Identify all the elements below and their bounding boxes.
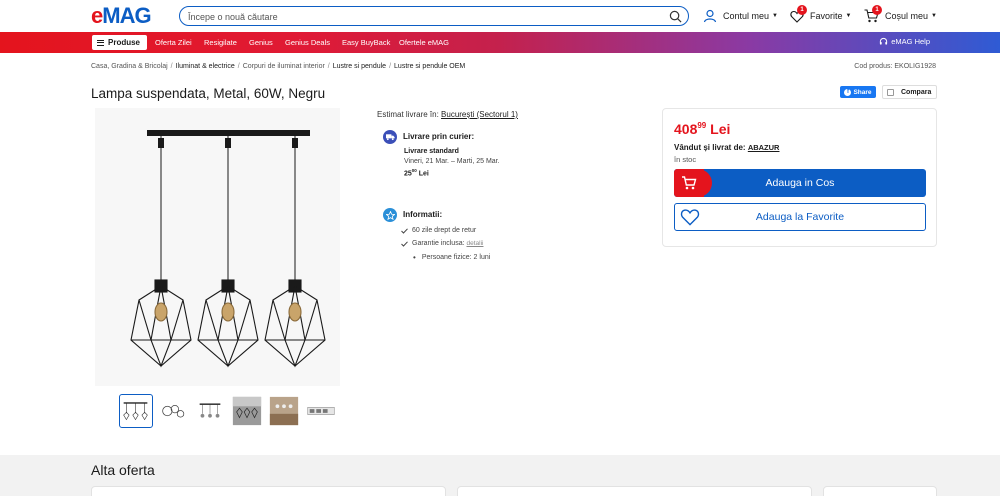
nav-link-oferta-zilei[interactable]: Oferta Zilei bbox=[155, 38, 192, 47]
product-main-image[interactable] bbox=[95, 108, 340, 386]
truck-icon bbox=[383, 130, 397, 144]
delivery-dates: Vineri, 21 Mar. – Marti, 25 Mar. bbox=[404, 158, 500, 165]
products-label: Produse bbox=[108, 38, 141, 47]
return-policy-item: 60 zile drept de retur bbox=[401, 227, 476, 234]
warranty-persons-item: • Persoane fizice: 2 luni bbox=[413, 253, 491, 262]
nav-link-ofertele-emag[interactable]: Ofertele eMAG bbox=[399, 38, 449, 47]
compare-checkbox[interactable]: Compara bbox=[882, 85, 937, 99]
account-label: Contul meu bbox=[723, 11, 770, 21]
facebook-share-button[interactable]: f Share bbox=[840, 86, 876, 98]
top-header: eMAG Contul meu ▼ 1 Favorite ▼ 1 Coșul m… bbox=[0, 0, 1000, 32]
favorites-menu[interactable]: 1 Favorite ▼ bbox=[790, 5, 852, 24]
buy-box: 40899 Lei Vândut și livrat de: ABAZUR în… bbox=[662, 108, 937, 247]
search-icon[interactable] bbox=[669, 10, 682, 23]
other-offers-section: Alta oferta bbox=[0, 455, 1000, 496]
breadcrumb-item[interactable]: Lustre si pendule OEM bbox=[394, 63, 465, 70]
offer-card[interactable] bbox=[91, 486, 446, 496]
breadcrumb-item[interactable]: Corpuri de iluminat interior bbox=[243, 63, 325, 70]
cart-menu[interactable]: 1 Coșul meu ▼ bbox=[864, 5, 937, 24]
info-title: Informatii: bbox=[403, 210, 443, 219]
thumbnail-4[interactable] bbox=[230, 394, 264, 428]
account-menu[interactable]: Contul meu ▼ bbox=[703, 8, 778, 24]
other-offers-title: Alta oferta bbox=[91, 462, 155, 478]
thumbnail-5[interactable] bbox=[267, 394, 301, 428]
stock-status: în stoc bbox=[674, 155, 697, 164]
chevron-down-icon: ▼ bbox=[931, 13, 937, 19]
bullet-icon: • bbox=[413, 253, 416, 262]
thumbnail-image bbox=[269, 396, 299, 426]
page-title: Lampa suspendata, Metal, 60W, Negru bbox=[91, 86, 326, 101]
heart-icon bbox=[680, 209, 700, 226]
sold-by: Vândut și livrat de: ABAZUR bbox=[674, 143, 780, 152]
chevron-down-icon: ▼ bbox=[845, 13, 852, 19]
product-price: 40899 Lei bbox=[674, 121, 731, 137]
cart-count-badge: 1 bbox=[872, 5, 882, 15]
nav-link-genius[interactable]: Genius bbox=[249, 38, 273, 47]
search-bar bbox=[179, 6, 689, 26]
cart-label: Coșul meu bbox=[885, 11, 929, 21]
facebook-icon: f bbox=[844, 88, 852, 96]
breadcrumb-item[interactable]: Casa, Gradina & Bricolaj bbox=[91, 63, 168, 70]
standard-delivery-label: Livrare standard bbox=[404, 148, 459, 155]
warranty-item: Garantie inclusa: detalii bbox=[401, 240, 483, 247]
favorites-label: Favorite bbox=[810, 11, 843, 21]
thumbnail-image bbox=[123, 402, 148, 421]
breadcrumb: Casa, Gradina & Bricolaj / Iluminat & elec… bbox=[91, 63, 466, 70]
thumbnail-6[interactable] bbox=[304, 394, 338, 428]
thumbnail-1[interactable] bbox=[119, 394, 153, 428]
breadcrumb-item[interactable]: Iluminat & electrice bbox=[176, 63, 235, 70]
checkbox-icon bbox=[887, 88, 894, 96]
warranty-details-link[interactable]: detalii bbox=[466, 240, 483, 247]
nav-link-resigilate[interactable]: Resigilate bbox=[204, 38, 237, 47]
delivery-estimate: Estimat livrare în: București (Sectorul … bbox=[377, 110, 518, 119]
thumbnail-image bbox=[232, 396, 262, 426]
hamburger-icon bbox=[97, 39, 104, 46]
courier-delivery-title: Livrare prin curier: bbox=[403, 132, 475, 141]
chevron-down-icon: ▼ bbox=[772, 13, 778, 19]
main-nav: Produse Oferta Zilei Resigilate Genius G… bbox=[0, 32, 1000, 53]
search-input[interactable] bbox=[188, 10, 658, 23]
breadcrumb-item[interactable]: Lustre si pendule bbox=[333, 63, 386, 70]
star-info-icon bbox=[383, 208, 397, 222]
emag-help-link[interactable]: eMAG Help bbox=[879, 37, 930, 46]
offer-card[interactable] bbox=[823, 486, 937, 496]
add-to-cart-button[interactable]: Adauga in Cos bbox=[674, 169, 926, 197]
emag-logo[interactable]: eMAG bbox=[91, 5, 152, 27]
product-code: Cod produs: EKOLIG1928 bbox=[854, 63, 936, 70]
nav-link-easy-buyback[interactable]: Easy BuyBack bbox=[342, 38, 390, 47]
add-to-favorites-button[interactable]: Adauga la Favorite bbox=[674, 203, 926, 231]
headset-icon bbox=[880, 37, 888, 45]
thumbnail-image bbox=[307, 407, 335, 415]
nav-link-genius-deals[interactable]: Genius Deals bbox=[285, 38, 330, 47]
thumbnail-image bbox=[199, 403, 221, 418]
pendant-lamp-image bbox=[130, 130, 326, 368]
cart-icon bbox=[674, 169, 712, 197]
thumbnail-3[interactable] bbox=[193, 394, 227, 428]
delivery-location-link[interactable]: București (Sectorul 1) bbox=[441, 110, 518, 119]
products-menu-button[interactable]: Produse bbox=[92, 35, 147, 50]
offer-card[interactable] bbox=[457, 486, 812, 496]
favorites-count-badge: 1 bbox=[797, 5, 807, 15]
check-icon bbox=[401, 227, 408, 234]
delivery-cost: 2500 Lei bbox=[404, 168, 429, 178]
user-icon bbox=[703, 9, 717, 23]
thumbnail-2[interactable] bbox=[156, 394, 190, 428]
seller-link[interactable]: ABAZUR bbox=[748, 143, 780, 152]
check-icon bbox=[401, 240, 408, 247]
thumbnail-image bbox=[162, 404, 185, 418]
